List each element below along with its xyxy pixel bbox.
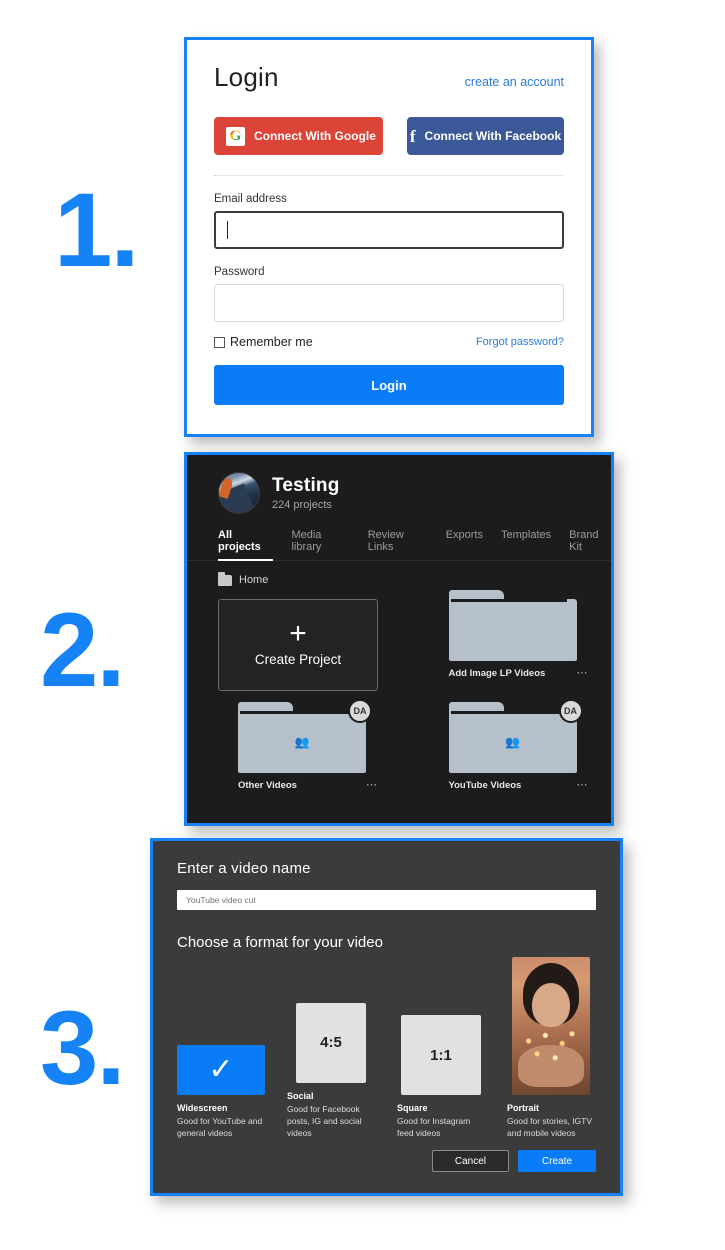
- plus-icon: +: [289, 617, 307, 651]
- remember-row: Remember me Forgot password?: [214, 335, 564, 349]
- format-description: Good for stories, IGTV and mobile videos: [507, 1116, 593, 1139]
- format-heading: Choose a format for your video: [177, 934, 383, 951]
- workspace-header: Testing 224 projects: [187, 455, 611, 514]
- tab-exports[interactable]: Exports: [446, 529, 483, 560]
- ratio-label: 4:5: [320, 1034, 342, 1052]
- tab-templates[interactable]: Templates: [501, 529, 551, 560]
- member-avatar: DA: [558, 699, 583, 723]
- folder-icon: [448, 590, 577, 661]
- login-panel: Login create an account G Connect With G…: [184, 37, 594, 437]
- format-title: Social: [287, 1090, 314, 1101]
- projects-grid: + Create Project Add Image LP Videos ⋯ 👥…: [187, 586, 611, 791]
- portrait-thumbnail[interactable]: [512, 957, 590, 1095]
- step-number-2: 2.: [40, 592, 126, 709]
- password-field[interactable]: [214, 284, 564, 322]
- folder-item[interactable]: Add Image LP Videos ⋯: [429, 590, 612, 691]
- workspace-text: Testing 224 projects: [272, 475, 340, 511]
- folder-meta: YouTube Videos ⋯: [448, 780, 589, 792]
- remember-me-group[interactable]: Remember me: [214, 335, 313, 349]
- password-label: Password: [214, 266, 265, 278]
- social-login-row: G Connect With Google f Connect With Fac…: [214, 117, 564, 155]
- forgot-password-link[interactable]: Forgot password?: [476, 336, 564, 348]
- tab-media-library[interactable]: Media library: [291, 529, 349, 560]
- format-description: Good for Facebook posts, IG and social v…: [287, 1103, 362, 1139]
- google-g-icon: G: [226, 126, 245, 146]
- step-number-1: 1.: [54, 172, 140, 289]
- folder-menu-button[interactable]: ⋯: [577, 780, 589, 791]
- page-title: Login: [214, 62, 279, 92]
- tab-brand-kit[interactable]: Brand Kit: [569, 529, 611, 560]
- facebook-button-label: Connect With Facebook: [424, 129, 562, 143]
- breadcrumb[interactable]: Home: [187, 561, 611, 586]
- folder-meta: Other Videos ⋯: [238, 780, 378, 792]
- mountain-avatar: [218, 472, 260, 514]
- connect-with-facebook-button[interactable]: f Connect With Facebook: [407, 117, 564, 155]
- check-icon: ✓: [208, 1053, 234, 1086]
- connect-with-google-button[interactable]: G Connect With Google: [214, 117, 383, 155]
- format-option-square[interactable]: 1:1 Square Good for Instagram feed video…: [397, 1015, 485, 1140]
- screenshot-canvas: 1. 2. 3. Login create an account G Conne…: [0, 0, 725, 1250]
- tab-review-links[interactable]: Review Links: [368, 529, 428, 560]
- projects-panel: Testing 224 projects All projects Media …: [184, 452, 614, 826]
- video-name-input[interactable]: [177, 890, 596, 910]
- breadcrumb-label: Home: [239, 574, 269, 586]
- remember-me-label: Remember me: [230, 335, 313, 349]
- workspace-name: Testing: [272, 475, 340, 496]
- login-submit-button[interactable]: Login: [214, 365, 564, 405]
- portrait-glitter: [516, 1029, 586, 1069]
- folder-item[interactable]: 👥 DA Other Videos ⋯: [218, 699, 401, 792]
- format-title: Widescreen: [177, 1103, 228, 1113]
- folder-icon: 👥 DA: [448, 699, 583, 773]
- widescreen-thumbnail[interactable]: ✓: [177, 1045, 265, 1095]
- format-description: Good for YouTube and general videos: [177, 1116, 263, 1139]
- folder-name: Other Videos: [238, 780, 297, 791]
- tab-all-projects[interactable]: All projects: [218, 529, 274, 561]
- folder-menu-button[interactable]: ⋯: [577, 668, 589, 679]
- step-number-3: 3.: [40, 990, 126, 1107]
- cancel-button[interactable]: Cancel: [431, 1150, 509, 1172]
- shared-users-icon: 👥: [505, 735, 520, 749]
- remember-me-checkbox[interactable]: [214, 336, 225, 348]
- format-option-social[interactable]: 4:5 Social Good for Facebook posts, IG a…: [287, 1002, 375, 1140]
- workspace-tabs: All projects Media library Review Links …: [187, 514, 611, 561]
- folder-icon: 👥 DA: [238, 699, 372, 773]
- create-video-dialog: Enter a video name Choose a format for y…: [150, 838, 623, 1196]
- format-option-portrait[interactable]: Portrait Good for stories, IGTV and mobi…: [507, 957, 595, 1140]
- text-caret: [227, 221, 228, 239]
- divider: [214, 175, 564, 176]
- member-avatar: DA: [348, 699, 372, 723]
- social-thumbnail[interactable]: 4:5: [296, 1002, 366, 1083]
- format-title: Square: [397, 1103, 428, 1113]
- format-option-widescreen[interactable]: ✓ Widescreen Good for YouTube and genera…: [177, 1045, 265, 1140]
- folder-name: YouTube Videos: [448, 780, 522, 791]
- email-label: Email address: [214, 193, 287, 205]
- format-options: ✓ Widescreen Good for YouTube and genera…: [177, 957, 596, 1140]
- folder-item[interactable]: 👥 DA YouTube Videos ⋯: [429, 699, 612, 792]
- project-count: 224 projects: [272, 499, 332, 511]
- folder-icon: [218, 571, 232, 586]
- facebook-f-icon: f: [409, 126, 416, 146]
- email-field[interactable]: [214, 211, 564, 249]
- folder-menu-button[interactable]: ⋯: [366, 780, 378, 791]
- video-name-heading: Enter a video name: [177, 860, 311, 877]
- create-account-link[interactable]: create an account: [465, 75, 564, 89]
- folder-meta: Add Image LP Videos ⋯: [448, 668, 589, 680]
- ratio-label: 1:1: [430, 1046, 452, 1064]
- create-project-card[interactable]: + Create Project: [218, 599, 378, 691]
- login-header: Login create an account: [214, 62, 564, 93]
- portrait-face: [532, 983, 570, 1027]
- format-description: Good for Instagram feed videos: [397, 1116, 471, 1139]
- create-button[interactable]: Create: [517, 1150, 596, 1172]
- google-button-label: Connect With Google: [254, 129, 376, 143]
- square-thumbnail[interactable]: 1:1: [401, 1015, 481, 1095]
- format-title: Portrait: [507, 1103, 540, 1113]
- dialog-actions: Cancel Create: [431, 1150, 596, 1172]
- email-field-wrap: [214, 211, 564, 249]
- shared-users-icon: 👥: [294, 735, 310, 749]
- folder-name: Add Image LP Videos: [448, 668, 546, 679]
- create-project-label: Create Project: [254, 651, 342, 667]
